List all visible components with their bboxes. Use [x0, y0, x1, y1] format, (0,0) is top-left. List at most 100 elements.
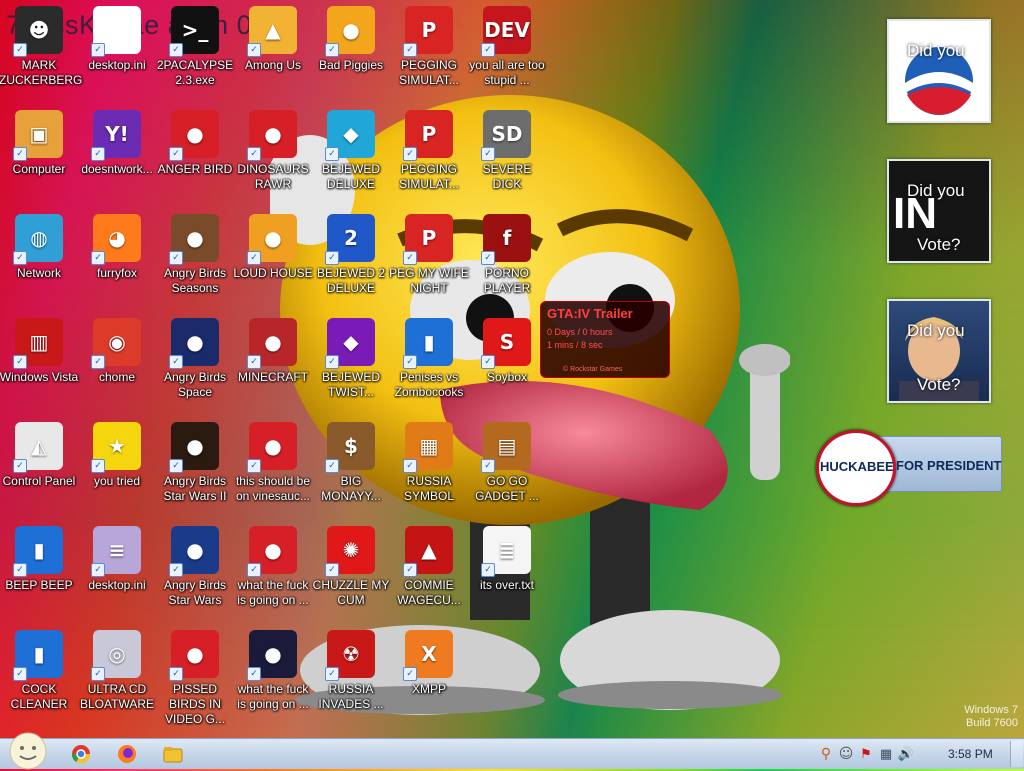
- desktop-icon[interactable]: >_ ✓ 2PACALYPSE 2.3.exe: [156, 6, 234, 106]
- desktop-icon[interactable]: ● ✓ PISSED BIRDS IN VIDEO G...: [156, 630, 234, 730]
- desktop-icon[interactable]: $ ✓ BIG MONAYY...: [312, 422, 390, 522]
- checkbox-icon[interactable]: ✓: [325, 147, 339, 161]
- desktop-icon[interactable]: ◆ ✓ BEJEWED DELUXE: [312, 110, 390, 210]
- checkbox-icon[interactable]: ✓: [13, 251, 27, 265]
- checkbox-icon[interactable]: ✓: [481, 355, 495, 369]
- desktop-icon[interactable]: ● ✓ this should be on vinesauc...: [234, 422, 312, 522]
- desktop-icon[interactable]: ▤ ✓ GO GO GADGET ...: [468, 422, 546, 522]
- checkbox-icon[interactable]: ✓: [247, 459, 261, 473]
- checkbox-icon[interactable]: ✓: [403, 251, 417, 265]
- desktop-icon[interactable]: ◎ ✓ ULTRA CD BLOATWARE: [78, 630, 156, 730]
- checkbox-icon[interactable]: ✓: [325, 355, 339, 369]
- checkbox-icon[interactable]: ✓: [247, 355, 261, 369]
- taskbar-clock[interactable]: 3:58 PM: [948, 747, 993, 761]
- checkbox-icon[interactable]: ✓: [247, 43, 261, 57]
- checkbox-icon[interactable]: ✓: [247, 563, 261, 577]
- checkbox-icon[interactable]: ✓: [403, 43, 417, 57]
- desktop-icon[interactable]: ☻ ✓ MARK ZUCKERBERG: [0, 6, 82, 106]
- desktop-icon[interactable]: ● ✓ what the fuck is going on ...: [234, 630, 312, 730]
- desktop-icon[interactable]: ◭ ✓ Control Panel: [0, 422, 78, 522]
- desktop-icon[interactable]: ≣ ✓ its over.txt: [468, 526, 546, 626]
- desktop-icon[interactable]: P ✓ PEG MY WIFE NIGHT: [389, 214, 469, 314]
- checkbox-icon[interactable]: ✓: [481, 43, 495, 57]
- checkbox-icon[interactable]: ✓: [325, 459, 339, 473]
- desktop-icon[interactable]: P ✓ PEGGING SIMULAT...: [390, 6, 468, 106]
- desktop-icon[interactable]: ● ✓ Angry Birds Star Wars II: [156, 422, 234, 522]
- desktop-icon[interactable]: ▲ ✓ Among Us: [234, 6, 312, 106]
- checkbox-icon[interactable]: ✓: [325, 251, 339, 265]
- checkbox-icon[interactable]: ✓: [13, 43, 27, 57]
- search-tray-icon[interactable]: ⚲: [816, 746, 836, 762]
- desktop-icon[interactable]: P ✓ PEGGING SIMULAT...: [390, 110, 468, 210]
- desktop-icon[interactable]: ● ✓ Angry Birds Star Wars: [156, 526, 234, 626]
- checkbox-icon[interactable]: ✓: [91, 251, 105, 265]
- checkbox-icon[interactable]: ✓: [91, 667, 105, 681]
- desktop-icon[interactable]: ▮ ✓ COCK CLEANER: [0, 630, 78, 730]
- checkbox-icon[interactable]: ✓: [481, 251, 495, 265]
- checkbox-icon[interactable]: ✓: [13, 667, 27, 681]
- desktop-icon[interactable]: ✺ ✓ CHUZZLE MY CUM: [312, 526, 390, 626]
- desktop-icon[interactable]: ◉ ✓ chome: [78, 318, 156, 418]
- checkbox-icon[interactable]: ✓: [169, 459, 183, 473]
- checkbox-icon[interactable]: ✓: [169, 251, 183, 265]
- checkbox-icon[interactable]: ✓: [91, 147, 105, 161]
- vote-gadget-in[interactable]: IN Did you Vote?: [887, 159, 991, 263]
- desktop-icon[interactable]: ▥ ✓ Windows Vista: [0, 318, 78, 418]
- network-tray-icon[interactable]: ▦: [876, 747, 896, 762]
- desktop-icon[interactable]: ◍ ✓ Network: [0, 214, 78, 314]
- desktop-icon[interactable]: SD ✓ SEVERE DICK: [468, 110, 546, 210]
- vote-gadget-hillary[interactable]: Did you Vote?: [887, 299, 991, 403]
- checkbox-icon[interactable]: ✓: [91, 563, 105, 577]
- desktop-icon[interactable]: ● ✓ LOUD HOUSE: [233, 214, 313, 314]
- desktop-icon[interactable]: ● ✓ ANGER BIRD: [156, 110, 234, 210]
- checkbox-icon[interactable]: ✓: [403, 459, 417, 473]
- desktop-icon[interactable]: S ✓ Soybox: [468, 318, 546, 418]
- checkbox-icon[interactable]: ✓: [169, 667, 183, 681]
- checkbox-icon[interactable]: ✓: [481, 459, 495, 473]
- checkbox-icon[interactable]: ✓: [403, 147, 417, 161]
- checkbox-icon[interactable]: ✓: [169, 147, 183, 161]
- taskbar-explorer-button[interactable]: [160, 742, 186, 766]
- checkbox-icon[interactable]: ✓: [325, 667, 339, 681]
- gta-countdown-gadget[interactable]: GTA:IV Trailer 0 Days / 0 hours 1 mins /…: [540, 301, 670, 378]
- desktop-icon[interactable]: ● ✓ what the fuck is going on ...: [234, 526, 312, 626]
- huckabee-banner[interactable]: HUCKABEE FOR PRESIDENT: [816, 430, 1002, 506]
- checkbox-icon[interactable]: ✓: [247, 147, 261, 161]
- desktop-icon[interactable]: X ✓ XMPP: [390, 630, 468, 730]
- desktop-icon[interactable]: ▦ ✓ RUSSIA SYMBOL: [390, 422, 468, 522]
- desktop-icon[interactable]: ▮ ✓ BEEP BEEP: [0, 526, 78, 626]
- desktop-icon[interactable]: DEV ✓ you all are too stupid ...: [468, 6, 546, 106]
- desktop-icon[interactable]: ✓ desktop.ini: [78, 6, 156, 106]
- smiley-tray-icon[interactable]: ☺: [836, 746, 856, 762]
- checkbox-icon[interactable]: ✓: [169, 563, 183, 577]
- show-desktop-button[interactable]: [1010, 741, 1023, 767]
- checkbox-icon[interactable]: ✓: [169, 355, 183, 369]
- checkbox-icon[interactable]: ✓: [403, 563, 417, 577]
- desktop-icon[interactable]: ◕ ✓ furryfox: [78, 214, 156, 314]
- desktop-icon[interactable]: ● ✓ MINECRAFT: [234, 318, 312, 418]
- desktop-icon[interactable]: ● ✓ Angry Birds Space: [156, 318, 234, 418]
- checkbox-icon[interactable]: ✓: [481, 563, 495, 577]
- checkbox-icon[interactable]: ✓: [403, 667, 417, 681]
- checkbox-icon[interactable]: ✓: [169, 43, 183, 57]
- checkbox-icon[interactable]: ✓: [247, 251, 261, 265]
- volume-icon[interactable]: 🔊: [896, 747, 916, 762]
- desktop-icon[interactable]: ● ✓ DINOSAURS RAWR: [234, 110, 312, 210]
- checkbox-icon[interactable]: ✓: [13, 147, 27, 161]
- checkbox-icon[interactable]: ✓: [325, 43, 339, 57]
- start-button[interactable]: [8, 731, 48, 771]
- desktop-icon[interactable]: ● ✓ Angry Birds Seasons: [156, 214, 234, 314]
- checkbox-icon[interactable]: ✓: [247, 667, 261, 681]
- checkbox-icon[interactable]: ✓: [403, 355, 417, 369]
- checkbox-icon[interactable]: ✓: [13, 355, 27, 369]
- desktop-icon[interactable]: ◆ ✓ BEJEWED TWIST...: [312, 318, 390, 418]
- desktop-icon[interactable]: ● ✓ Bad Piggies: [312, 6, 390, 106]
- flag-tray-icon[interactable]: ⚑: [856, 747, 876, 762]
- vote-gadget-obama[interactable]: Did you: [887, 19, 991, 123]
- desktop-icon[interactable]: ★ ✓ you tried: [78, 422, 156, 522]
- desktop-icon[interactable]: f ✓ PORNO PLAYER: [468, 214, 546, 314]
- checkbox-icon[interactable]: ✓: [13, 563, 27, 577]
- desktop-icon[interactable]: ≡ ✓ desktop.ini: [78, 526, 156, 626]
- taskbar-firefox-button[interactable]: [114, 742, 140, 766]
- desktop-icon[interactable]: ☢ ✓ RUSSIA INVADES ...: [312, 630, 390, 730]
